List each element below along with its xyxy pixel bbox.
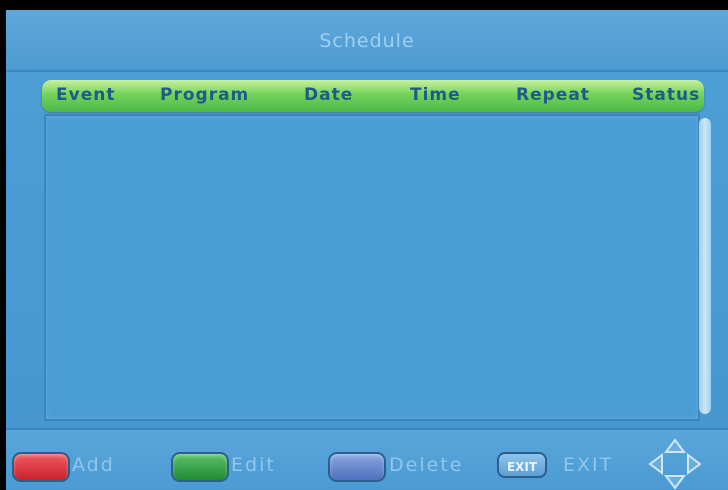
table-header: Event Program Date Time Repeat Status xyxy=(42,80,704,112)
column-header-event: Event xyxy=(56,85,116,105)
page-title: Schedule xyxy=(319,30,415,52)
dpad-arrows-icon xyxy=(648,438,702,490)
green-key-icon[interactable] xyxy=(171,452,229,482)
add-button-label[interactable]: Add xyxy=(72,454,115,476)
edit-button-label[interactable]: Edit xyxy=(231,454,276,476)
exit-key-icon[interactable]: EXIT xyxy=(497,452,547,478)
title-bar: Schedule xyxy=(6,10,728,72)
column-header-date: Date xyxy=(304,85,354,105)
footer-bar: Add Edit Delete EXIT EXIT xyxy=(6,428,728,490)
exit-button-label[interactable]: EXIT xyxy=(563,454,613,476)
column-header-program: Program xyxy=(160,85,250,105)
column-header-time: Time xyxy=(410,85,461,105)
red-key-icon[interactable] xyxy=(12,452,70,482)
list-scrollbar[interactable] xyxy=(699,118,711,414)
column-header-status: Status xyxy=(632,85,701,105)
column-header-repeat: Repeat xyxy=(516,85,590,105)
delete-button-label[interactable]: Delete xyxy=(389,454,463,476)
schedule-screen: Schedule Event Program Date Time Repeat … xyxy=(6,10,728,490)
schedule-list[interactable] xyxy=(44,114,700,421)
blue-key-icon[interactable] xyxy=(328,452,386,482)
